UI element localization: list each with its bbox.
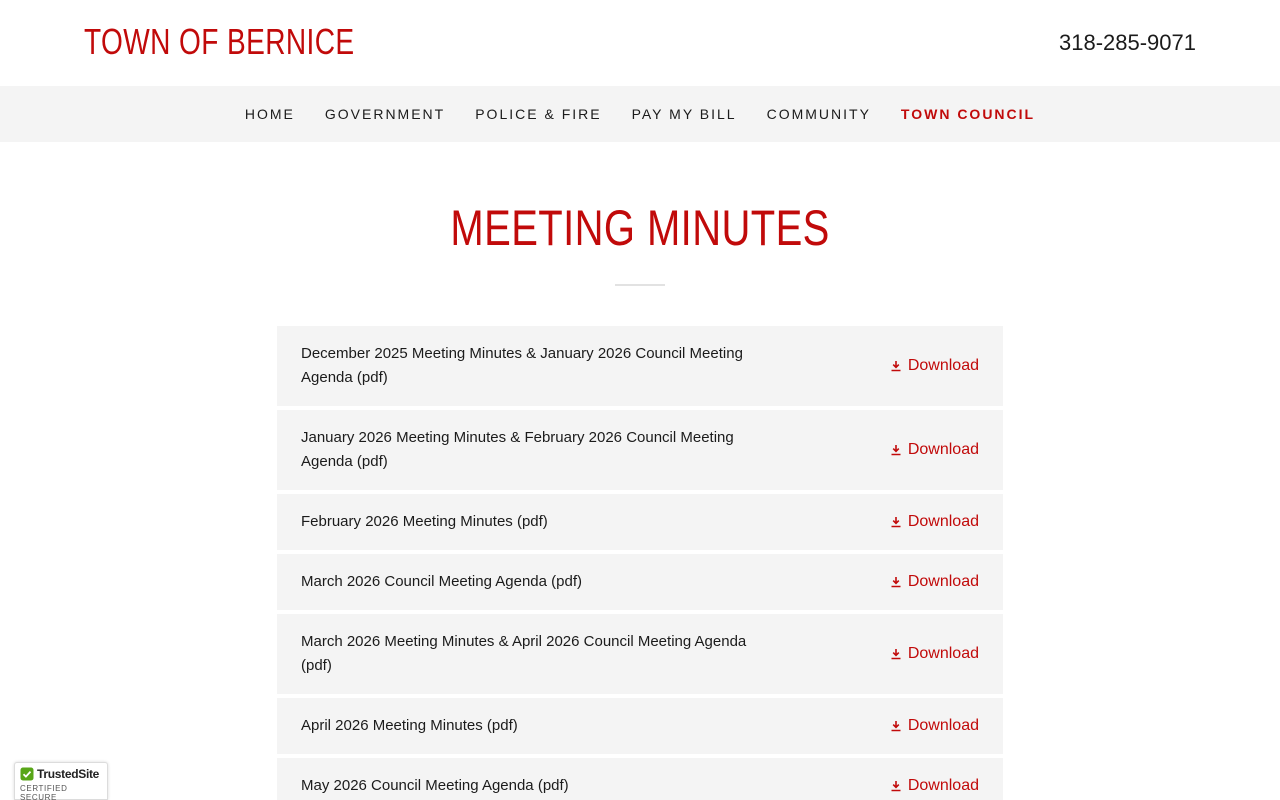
download-label: Download bbox=[907, 513, 979, 530]
document-title: May 2026 Council Meeting Agenda (pdf) bbox=[301, 777, 569, 794]
phone-number-link[interactable]: 318-285-9071 bbox=[1059, 30, 1196, 56]
nav-item-police-fire[interactable]: POLICE & FIRE bbox=[475, 106, 601, 122]
document-row: April 2026 Meeting Minutes (pdf) Downloa… bbox=[277, 698, 1003, 754]
download-link[interactable]: Download bbox=[890, 573, 979, 591]
document-title: April 2026 Meeting Minutes (pdf) bbox=[301, 717, 518, 734]
badge-top: TrustedSite bbox=[20, 767, 102, 781]
download-label: Download bbox=[907, 573, 979, 590]
download-link[interactable]: Download bbox=[890, 513, 979, 531]
nav-item-government[interactable]: GOVERNMENT bbox=[325, 106, 445, 122]
document-row: March 2026 Council Meeting Agenda (pdf) … bbox=[277, 554, 1003, 610]
document-title: March 2026 Council Meeting Agenda (pdf) bbox=[301, 573, 583, 590]
page-title: MEETING MINUTES bbox=[450, 200, 830, 256]
download-label: Download bbox=[907, 441, 979, 458]
download-icon bbox=[891, 517, 901, 528]
download-label: Download bbox=[907, 357, 979, 374]
document-row: May 2026 Council Meeting Agenda (pdf) Do… bbox=[277, 758, 1003, 800]
site-header: TOWN OF BERNICE 318-285-9071 bbox=[0, 0, 1280, 86]
download-icon bbox=[891, 721, 901, 732]
download-link[interactable]: Download bbox=[890, 357, 979, 375]
site-title-link[interactable]: TOWN OF BERNICE bbox=[84, 20, 355, 64]
title-divider bbox=[615, 284, 665, 286]
download-link[interactable]: Download bbox=[890, 717, 979, 735]
trustedsite-badge[interactable]: TrustedSite CERTIFIED SECURE bbox=[14, 762, 108, 800]
document-title: December 2025 Meeting Minutes & January … bbox=[301, 345, 743, 386]
nav-item-community[interactable]: COMMUNITY bbox=[767, 106, 871, 122]
badge-name: TrustedSite bbox=[37, 767, 100, 781]
download-label: Download bbox=[907, 777, 979, 794]
document-title: February 2026 Meeting Minutes (pdf) bbox=[301, 513, 548, 530]
checkmark-icon bbox=[20, 767, 34, 781]
nav-item-town-council[interactable]: TOWN COUNCIL bbox=[901, 106, 1035, 122]
download-label: Download bbox=[907, 717, 979, 734]
document-title: January 2026 Meeting Minutes & February … bbox=[301, 429, 734, 470]
document-row: January 2026 Meeting Minutes & February … bbox=[277, 410, 1003, 490]
download-icon bbox=[891, 649, 901, 660]
badge-subtitle: CERTIFIED SECURE bbox=[20, 784, 68, 800]
download-label: Download bbox=[907, 645, 979, 662]
download-icon bbox=[891, 577, 901, 588]
document-row: March 2026 Meeting Minutes & April 2026 … bbox=[277, 614, 1003, 694]
document-title: March 2026 Meeting Minutes & April 2026 … bbox=[301, 633, 747, 674]
nav-item-pay-my-bill[interactable]: PAY MY BILL bbox=[632, 106, 737, 122]
page-heading: MEETING MINUTES bbox=[0, 200, 1280, 256]
main-navigation: HOME GOVERNMENT POLICE & FIRE PAY MY BIL… bbox=[0, 86, 1280, 142]
download-link[interactable]: Download bbox=[890, 777, 979, 795]
download-link[interactable]: Download bbox=[890, 645, 979, 663]
document-row: February 2026 Meeting Minutes (pdf) Down… bbox=[277, 494, 1003, 550]
download-link[interactable]: Download bbox=[890, 441, 979, 459]
document-row: December 2025 Meeting Minutes & January … bbox=[277, 326, 1003, 406]
download-icon bbox=[891, 445, 901, 456]
download-icon bbox=[891, 361, 901, 372]
documents-list: December 2025 Meeting Minutes & January … bbox=[277, 326, 1003, 800]
nav-item-home[interactable]: HOME bbox=[245, 106, 295, 122]
download-icon bbox=[891, 781, 901, 792]
